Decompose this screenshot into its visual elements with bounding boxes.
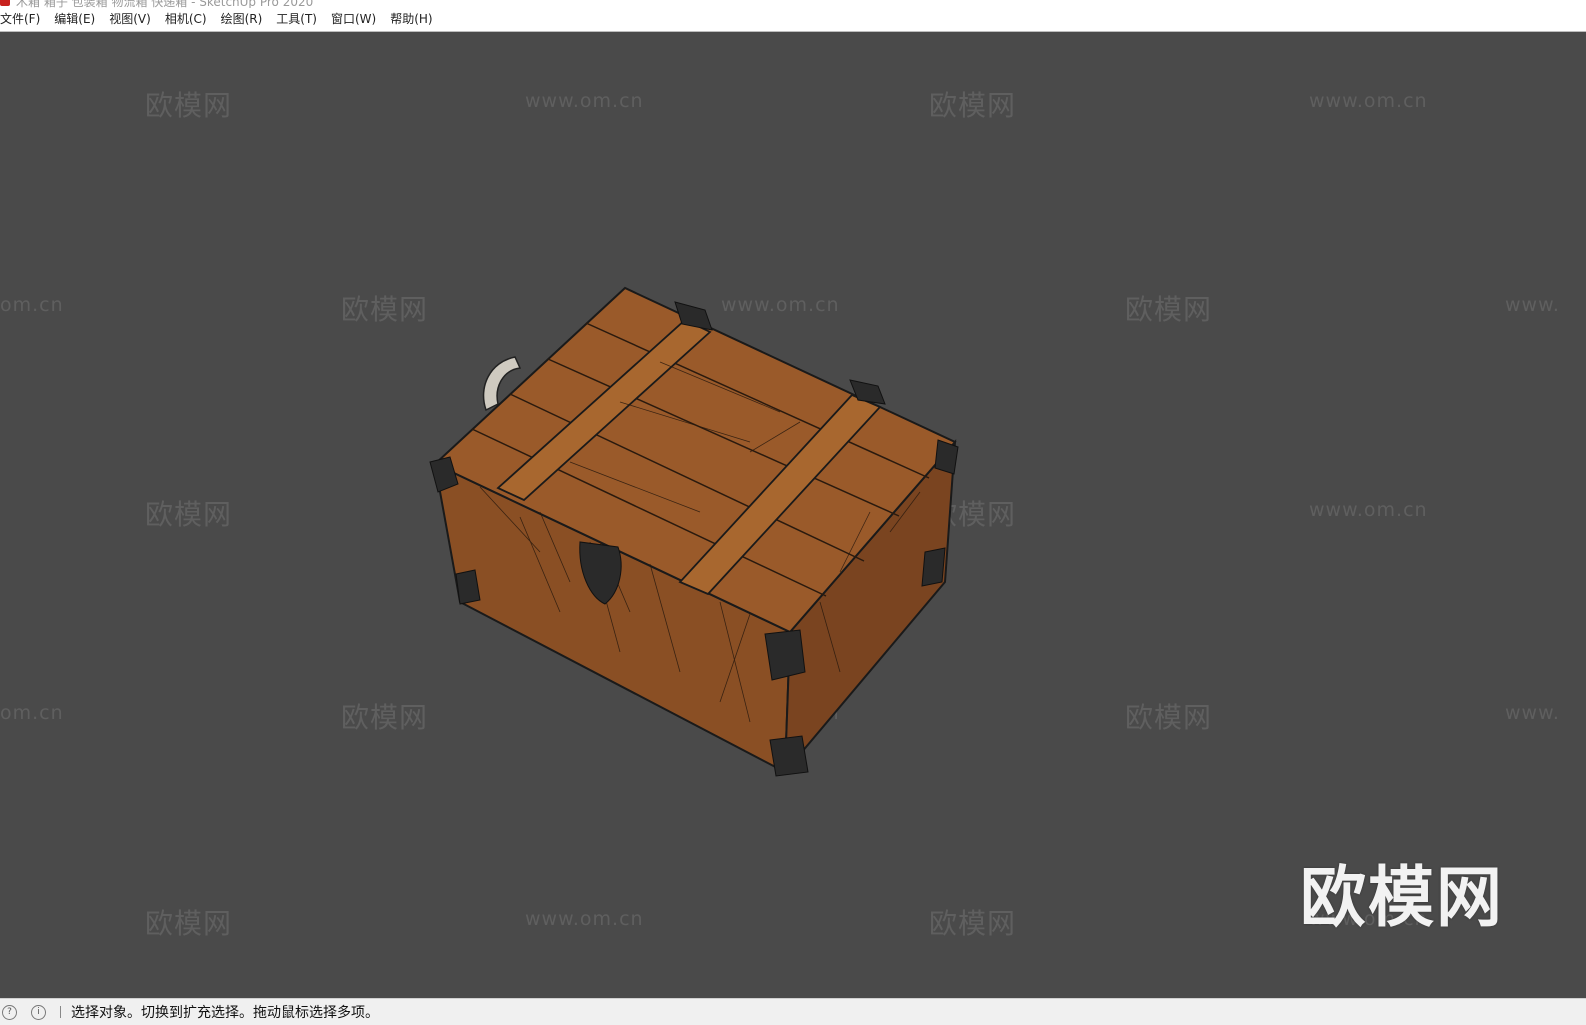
- watermark-brand: 欧模网: [341, 293, 429, 326]
- menu-view[interactable]: 视图(V): [102, 8, 158, 31]
- watermark-url: om.cn: [0, 294, 64, 316]
- watermark-brand: 欧模网: [929, 907, 1017, 940]
- watermark-brand: 欧模网: [1125, 701, 1213, 734]
- status-message: 选择对象。切换到扩充选择。拖动鼠标选择多项。: [71, 1005, 379, 1021]
- status-bar: ? i 选择对象。切换到扩充选择。拖动鼠标选择多项。: [0, 998, 1586, 1025]
- watermark-brand: 欧模网: [145, 89, 233, 122]
- watermark-url: www.: [1505, 702, 1560, 724]
- watermark-brand: 欧模网: [929, 89, 1017, 122]
- watermark-url: www.: [1505, 294, 1560, 316]
- watermark-url: om.cn: [0, 702, 64, 724]
- watermark-url: www.om.cn: [1309, 90, 1428, 112]
- watermark-url: www.om.cn: [1309, 499, 1428, 521]
- geolocation-icon[interactable]: ?: [2, 1004, 17, 1020]
- menu-camera[interactable]: 相机(C): [158, 8, 214, 31]
- model-viewport[interactable]: 欧模网 www.om.cn 欧模网 www.om.cn om.cn 欧模网 ww…: [0, 32, 1586, 998]
- watermark-logo: 欧模网: [1300, 859, 1504, 936]
- info-icon[interactable]: i: [31, 1004, 46, 1020]
- watermark-brand: 欧模网: [145, 498, 233, 531]
- watermark-brand: 欧模网: [341, 701, 429, 734]
- menu-edit[interactable]: 编辑(E): [47, 8, 102, 31]
- watermark-brand: 欧模网: [1125, 293, 1213, 326]
- status-separator: [60, 1006, 61, 1018]
- watermark-url: www.om.cn: [525, 908, 644, 930]
- watermark-brand: 欧模网: [145, 907, 233, 940]
- title-bar: 木箱 箱子 包装箱 物流箱 快递箱 - SketchUp Pro 2020: [0, 0, 1586, 8]
- menu-file[interactable]: 文件(F): [0, 8, 47, 31]
- menu-draw[interactable]: 绘图(R): [214, 8, 270, 31]
- menu-tools[interactable]: 工具(T): [269, 8, 324, 31]
- app-icon: [0, 0, 10, 6]
- window-title: 木箱 箱子 包装箱 物流箱 快递箱 - SketchUp Pro 2020: [16, 0, 314, 8]
- watermark-url: www.om.cn: [525, 90, 644, 112]
- menu-bar: 文件(F) 编辑(E) 视图(V) 相机(C) 绘图(R) 工具(T) 窗口(W…: [0, 8, 1586, 32]
- menu-help[interactable]: 帮助(H): [383, 8, 439, 31]
- menu-window[interactable]: 窗口(W): [324, 8, 383, 31]
- wooden-crate-model[interactable]: [420, 252, 980, 792]
